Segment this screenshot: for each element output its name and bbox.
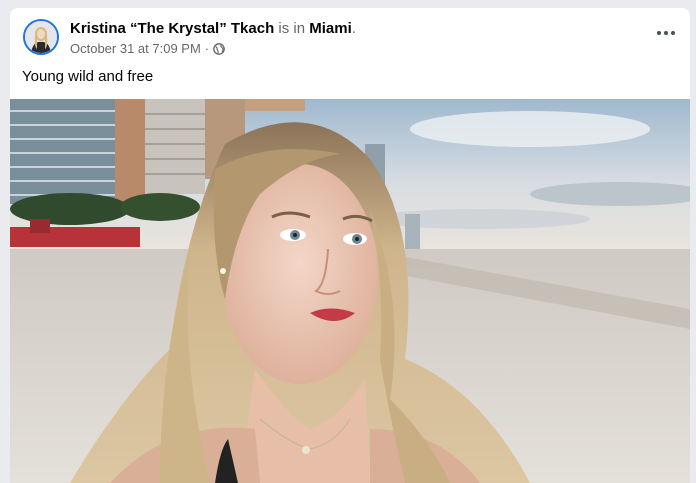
- avatar-image: [25, 21, 57, 53]
- location-link[interactable]: Miami: [309, 20, 352, 37]
- post-photo[interactable]: [10, 99, 690, 483]
- post-text: Young wild and free: [22, 68, 154, 85]
- beach-selfie-image: [10, 99, 690, 483]
- checkin-verb: is in: [278, 20, 306, 37]
- author-name-link[interactable]: Kristina “The Krystal” Tkach: [70, 20, 274, 37]
- more-options-icon[interactable]: [654, 26, 678, 40]
- author-avatar[interactable]: [23, 19, 59, 55]
- globe-icon[interactable]: [213, 42, 225, 55]
- location-period: .: [351, 20, 356, 37]
- post-header: Kristina “The Krystal” Tkach is in Miami…: [70, 20, 356, 37]
- post-meta: October 31 at 7:09 PM ·: [70, 41, 225, 56]
- post-timestamp-link[interactable]: October 31 at 7:09 PM: [70, 41, 201, 56]
- meta-separator: ·: [204, 41, 210, 56]
- post-card: Kristina “The Krystal” Tkach is in Miami…: [10, 8, 690, 483]
